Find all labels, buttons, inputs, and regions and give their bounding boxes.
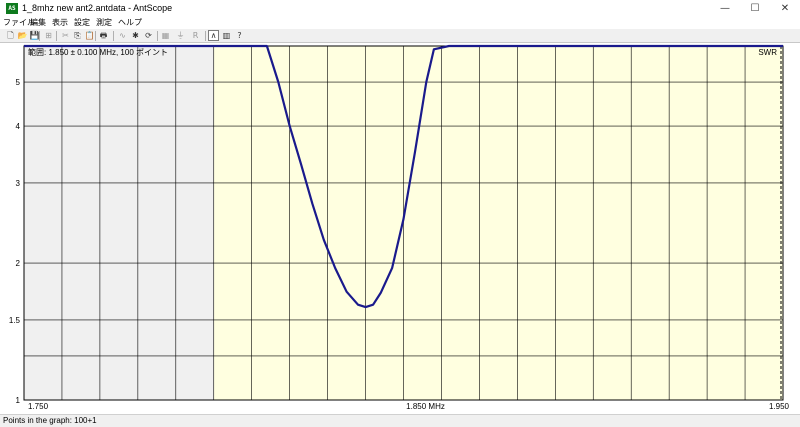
swr-icon: ∧	[210, 31, 217, 40]
menu-settings[interactable]: 設定	[74, 17, 90, 29]
scale-button[interactable]: ▦	[160, 30, 171, 41]
paste-icon: 📋	[84, 31, 95, 40]
toolbar-separator	[205, 31, 206, 41]
add-button[interactable]: ⊞	[43, 30, 54, 41]
close-button[interactable]: ✕	[770, 0, 800, 17]
y-tick-label: 1.5	[9, 316, 21, 325]
x-tick-label: 1.950	[769, 402, 790, 411]
shaded-band	[24, 46, 214, 400]
y-tick-label: 4	[16, 122, 21, 131]
rq-button[interactable]: R	[190, 30, 201, 41]
filter-button[interactable]: ⏚	[175, 30, 186, 41]
new-icon: 🗋	[7, 31, 14, 40]
help-button[interactable]: ?	[234, 30, 245, 41]
print-button[interactable]: 🖶	[98, 30, 109, 41]
save-icon: 💾	[29, 31, 40, 40]
open-button[interactable]: 📂	[17, 30, 28, 41]
toolbar: 🗋 📂 💾 ⊞ ✂ ⎘ 📋 🖶 ∿ ✱ ⟳ ▦ ⏚ R ∧ ▥?	[0, 29, 800, 43]
toolbar-separator	[56, 31, 57, 41]
toolbar-separator	[95, 31, 96, 41]
status-bar: Points in the graph: 100+1	[0, 414, 800, 427]
scale-icon: ▦	[161, 31, 170, 40]
range-annotation: 範囲: 1.850 ± 0.100 MHz, 100 ポイント	[28, 47, 168, 57]
new-button[interactable]: 🗋	[5, 30, 16, 41]
marker-icon: ✱	[132, 31, 139, 40]
graph-button[interactable]: ∿	[117, 30, 128, 41]
chart-button[interactable]: ▥	[221, 30, 232, 41]
title-bar: AS 1_8mhz new ant2.antdata - AntScope — …	[0, 0, 800, 18]
y-tick-label: 2	[16, 259, 21, 268]
y-tick-label: 3	[16, 179, 21, 188]
copy-icon: ⎘	[74, 31, 81, 40]
chart-icon: ▥	[222, 31, 231, 40]
menu-edit[interactable]: 編集	[30, 17, 46, 29]
menu-measure[interactable]: 測定	[96, 17, 112, 29]
app-icon: AS	[6, 3, 18, 14]
refresh-button[interactable]: ⟳	[143, 30, 154, 41]
rq-icon: R	[192, 31, 199, 40]
y-tick-label: 5	[16, 78, 21, 87]
copy-button[interactable]: ⎘	[72, 30, 83, 41]
series-label: SWR	[758, 48, 777, 57]
maximize-button[interactable]: ☐	[740, 0, 770, 17]
menu-help[interactable]: ヘルプ	[118, 17, 142, 29]
swr-button[interactable]: ∧	[208, 30, 219, 41]
paste-button[interactable]: 📋	[84, 30, 95, 41]
x-tick-label: 1.850 MHz	[406, 402, 445, 411]
toolbar-separator	[157, 31, 158, 41]
filter-icon: ⏚	[176, 31, 185, 40]
window-title: 1_8mhz new ant2.antdata - AntScope	[22, 3, 173, 13]
add-icon: ⊞	[45, 31, 52, 40]
menu-view[interactable]: 表示	[52, 17, 68, 29]
minimize-button[interactable]: —	[710, 0, 740, 17]
toolbar-separator	[113, 31, 114, 41]
print-icon: 🖶	[99, 31, 108, 40]
y-tick-label: 1	[16, 396, 21, 405]
marker-button[interactable]: ✱	[130, 30, 141, 41]
help-icon: ?	[237, 31, 242, 40]
cut-button[interactable]: ✂	[60, 30, 71, 41]
open-icon: 📂	[17, 31, 28, 40]
x-tick-label: 1.750	[28, 402, 49, 411]
status-text: Points in the graph: 100+1	[3, 416, 97, 425]
graph-icon: ∿	[119, 31, 126, 40]
cut-icon: ✂	[62, 31, 69, 40]
swr-chart[interactable]: 1 1.5 2 3 4 5 1.750 1.850 MHz 1.950 範囲: 1.850 ± 0…	[0, 42, 800, 414]
refresh-icon: ⟳	[145, 31, 152, 40]
menu-bar: ファイル 編集 表示 設定 測定 ヘルプ	[0, 17, 800, 29]
toolbar-separator	[39, 31, 40, 41]
